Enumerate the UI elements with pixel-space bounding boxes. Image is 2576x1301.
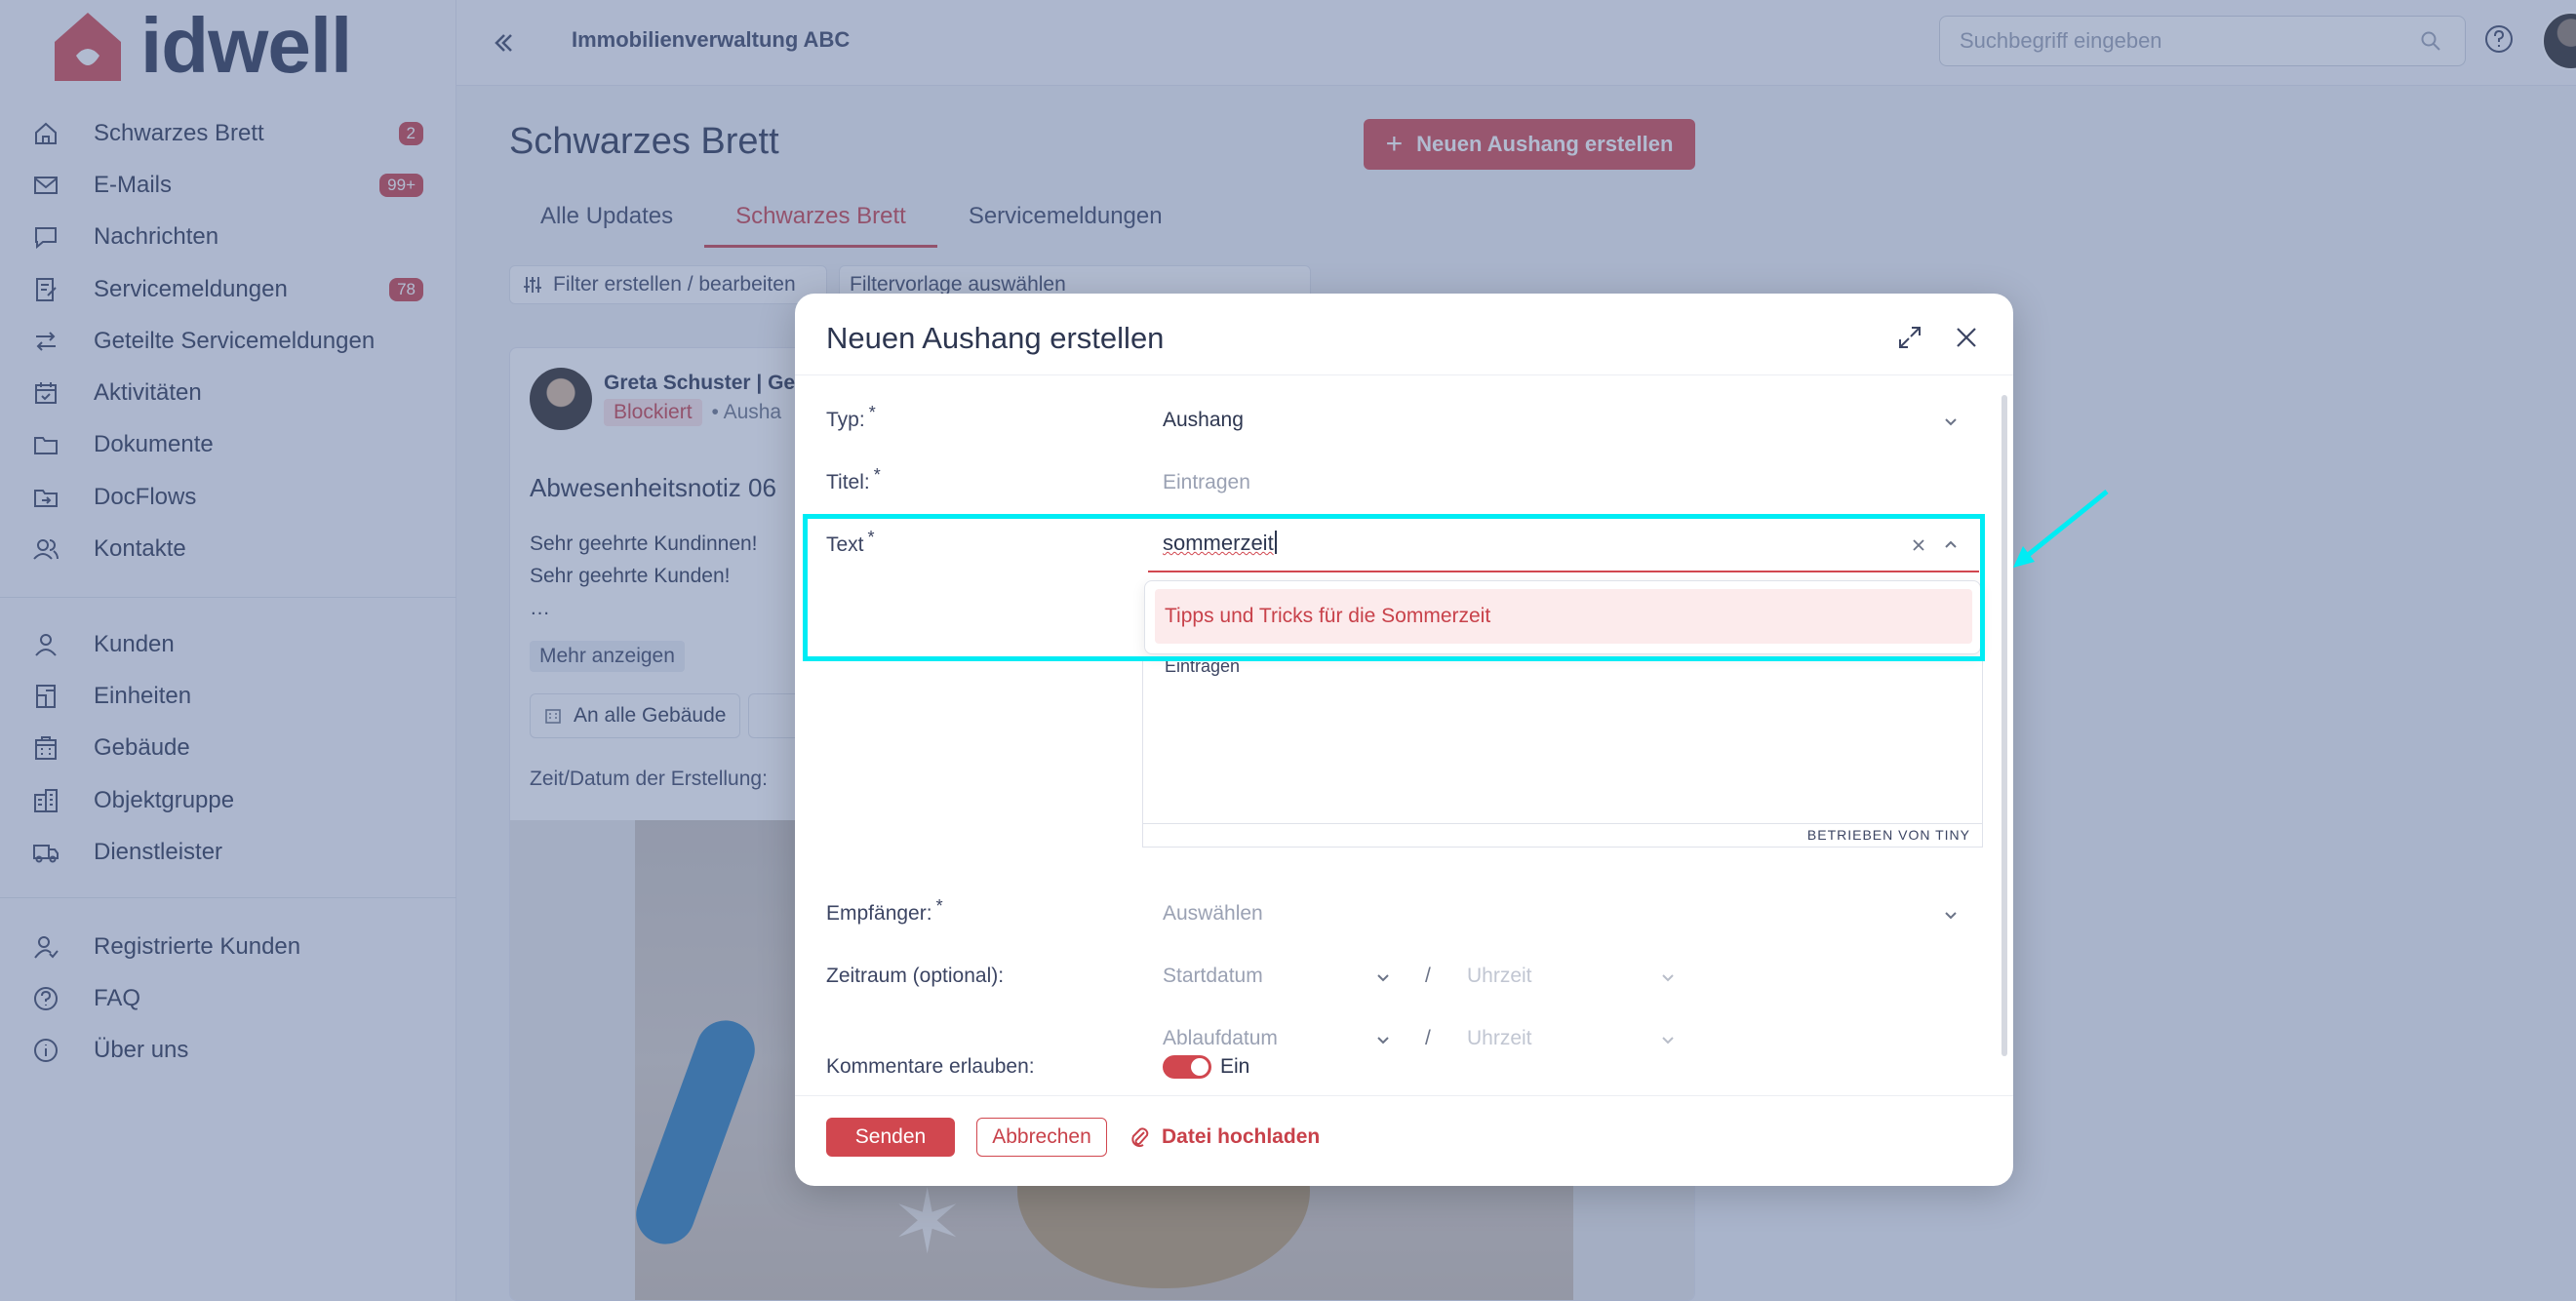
date-time-separator: / (1425, 1027, 1431, 1049)
cancel-button[interactable]: Abbrechen (976, 1118, 1107, 1157)
required-marker: * (935, 896, 943, 916)
rich-text-editor[interactable]: Eintragen BETRIEBEN VON TINY (1142, 656, 1983, 848)
recipient-label: Empfänger: * (826, 896, 943, 926)
modal-title: Neuen Aushang erstellen (826, 321, 1165, 355)
type-label-text: Typ: (826, 409, 865, 431)
comments-toggle-label: Ein (1220, 1055, 1250, 1078)
close-icon[interactable] (1954, 325, 1979, 350)
required-marker: * (868, 403, 876, 422)
end-time-select[interactable]: Uhrzeit (1467, 1027, 1532, 1050)
chevron-down-icon[interactable] (1374, 1031, 1392, 1048)
recipient-select[interactable]: Auswählen (1163, 902, 1263, 926)
type-select[interactable]: Aushang (1163, 409, 1244, 432)
period-label: Zeitraum (optional): (826, 965, 1005, 987)
title-input[interactable]: Eintragen (1163, 471, 1250, 494)
recipient-label-text: Empfänger: (826, 902, 932, 925)
type-label: Typ: * (826, 403, 876, 432)
start-date-select[interactable]: Startdatum (1163, 965, 1263, 988)
upload-file-button[interactable]: Datei hochladen (1129, 1118, 1320, 1157)
chevron-down-icon[interactable] (1942, 906, 1960, 924)
send-button[interactable]: Senden (826, 1118, 955, 1157)
required-marker: * (873, 465, 881, 485)
title-label-text: Titel: (826, 471, 870, 493)
comments-label: Kommentare erlauben: (826, 1055, 1035, 1078)
date-time-separator: / (1425, 965, 1431, 987)
start-time-select[interactable]: Uhrzeit (1467, 965, 1532, 988)
expand-icon[interactable] (1897, 325, 1922, 350)
end-date-select[interactable]: Ablaufdatum (1163, 1027, 1278, 1050)
modal-header: Neuen Aushang erstellen (795, 294, 2013, 375)
paperclip-icon (1131, 1127, 1149, 1148)
create-post-modal: Neuen Aushang erstellen Typ: * Aushang Ti… (795, 294, 2013, 1186)
chevron-down-icon[interactable] (1942, 413, 1960, 430)
modal-footer: Senden Abbrechen Datei hochladen (795, 1095, 2013, 1186)
chevron-down-icon[interactable] (1374, 968, 1392, 986)
chevron-down-icon[interactable] (1659, 1031, 1677, 1048)
title-label: Titel: * (826, 465, 881, 494)
chevron-down-icon[interactable] (1659, 968, 1677, 986)
editor-powered-by[interactable]: BETRIEBEN VON TINY (1143, 823, 1982, 847)
annotation-arrow-icon (2013, 490, 2109, 568)
upload-label: Datei hochladen (1162, 1125, 1321, 1148)
comments-toggle[interactable] (1163, 1055, 1211, 1079)
highlight-box (803, 514, 1985, 661)
